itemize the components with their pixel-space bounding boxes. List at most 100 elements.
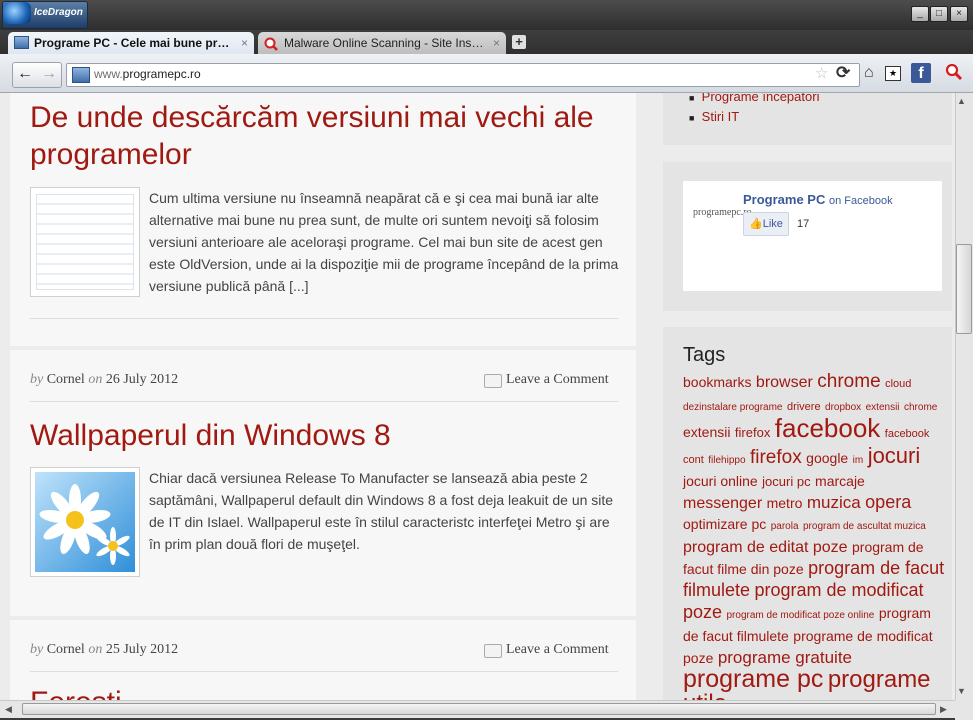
tags-title: Tags xyxy=(683,344,726,366)
url-text[interactable]: www.programepc.ro xyxy=(94,67,201,81)
post-thumbnail[interactable] xyxy=(30,187,140,297)
post-title[interactable]: Wallpaperul din Windows 8 xyxy=(30,417,391,454)
tag-link[interactable]: parola xyxy=(771,521,799,532)
fb-suffix: on Facebook xyxy=(829,195,893,207)
tab-label: Programe PC - Cele mai bune progr... xyxy=(34,36,234,50)
close-tab-icon[interactable]: × xyxy=(493,32,500,54)
post-oldversion: De unde descărcăm versiuni mai vechi ale… xyxy=(10,93,636,346)
bookmark-icon[interactable]: ★ xyxy=(885,66,901,81)
tag-link[interactable]: jocuri online xyxy=(683,473,758,489)
tag-link[interactable]: metro xyxy=(767,495,803,511)
title-bar xyxy=(0,0,973,30)
tag-link[interactable]: extensii xyxy=(683,424,730,440)
reload-icon[interactable]: ⟳ xyxy=(836,63,850,83)
sidebar-link[interactable]: ■ Stiri IT xyxy=(689,107,739,128)
post-author[interactable]: Cornel xyxy=(47,642,85,657)
tag-link[interactable]: chrome xyxy=(904,402,937,413)
tag-link[interactable]: marcaje xyxy=(815,473,865,489)
tag-link[interactable]: im xyxy=(853,455,864,466)
tags-widget: Tags bookmarks browser chrome cloud dezi… xyxy=(663,327,952,700)
comment-icon xyxy=(484,644,502,658)
forward-button[interactable]: → xyxy=(37,62,61,86)
scroll-left-arrow[interactable]: ◀ xyxy=(5,704,12,715)
leave-comment-link[interactable]: Leave a Comment xyxy=(506,642,609,658)
tag-link[interactable]: filehippo xyxy=(708,455,745,466)
post-title[interactable]: Fereşti xyxy=(30,684,122,700)
site-identity-icon[interactable] xyxy=(72,67,90,83)
monitor-icon xyxy=(14,36,29,49)
tag-link[interactable]: firefox xyxy=(735,425,770,440)
tag-link[interactable]: program de modificat poze online xyxy=(727,610,875,621)
maximize-button[interactable]: □ xyxy=(930,6,948,22)
fb-page-title[interactable]: Programe PC on Facebook xyxy=(743,192,893,207)
back-button[interactable]: ← xyxy=(13,62,37,86)
sidebar-link-label: Programe începători xyxy=(701,93,820,104)
horizontal-scroll-thumb[interactable] xyxy=(22,703,936,715)
tab-label: Malware Online Scanning - Site Insp... xyxy=(284,36,484,50)
by-label: by xyxy=(30,372,44,387)
tag-link[interactable]: chrome xyxy=(817,371,880,392)
tag-link[interactable]: google xyxy=(806,450,848,466)
tag-link[interactable]: facebook xyxy=(775,413,881,443)
star-icon[interactable]: ☆ xyxy=(815,64,828,82)
close-tab-icon[interactable]: × xyxy=(241,32,248,54)
url-domain: programepc.ro xyxy=(122,67,201,81)
url-prefix: www. xyxy=(94,67,123,81)
scroll-right-arrow[interactable]: ▶ xyxy=(940,704,947,715)
new-tab-button[interactable]: + xyxy=(512,35,526,49)
sidebar-link-label: Stiri IT xyxy=(701,109,740,124)
vertical-scroll-thumb[interactable] xyxy=(956,244,972,334)
tag-cloud: bookmarks browser chrome cloud dezinstal… xyxy=(683,371,945,700)
fb-like-count: 17 xyxy=(797,218,810,230)
tag-link[interactable]: program de editat poze xyxy=(683,539,848,556)
divider xyxy=(30,671,618,672)
tag-link[interactable]: messenger xyxy=(683,495,762,512)
facebook-widget: programepc.ro Programe PC on Facebook 👍L… xyxy=(663,162,952,311)
post-date: 26 July 2012 xyxy=(105,372,179,387)
tab-malware-scanning[interactable]: Malware Online Scanning - Site Insp... × xyxy=(258,32,506,54)
post-excerpt: Cum ultima versiune nu înseamnă neapărat… xyxy=(149,190,619,294)
tag-link[interactable]: opera xyxy=(865,492,911,512)
scroll-down-arrow[interactable]: ▼ xyxy=(957,686,966,696)
thumbs-up-icon: 👍 xyxy=(749,218,763,230)
tag-link[interactable]: program de ascultat muzica xyxy=(803,521,926,532)
tag-link[interactable]: cloud xyxy=(885,378,911,390)
facebook-icon[interactable]: f xyxy=(911,63,931,83)
post-meta: by Cornel on 26 July 2012 xyxy=(30,372,178,388)
leave-comment-link[interactable]: Leave a Comment xyxy=(506,372,609,388)
post-author[interactable]: Cornel xyxy=(47,372,85,387)
tag-link[interactable]: drivere xyxy=(787,401,821,413)
close-window-button[interactable]: × xyxy=(950,6,968,22)
vertical-scrollbar[interactable] xyxy=(955,93,973,700)
sidebar-link[interactable]: ■ Programe începători xyxy=(689,93,819,108)
on-label: on xyxy=(88,372,103,387)
comment-icon xyxy=(484,374,502,388)
scroll-up-arrow[interactable]: ▲ xyxy=(957,96,966,106)
tag-link[interactable]: programe pc xyxy=(683,665,823,693)
divider xyxy=(30,318,618,319)
tab-programe-pc[interactable]: Programe PC - Cele mai bune progr... × xyxy=(8,32,254,54)
web-page: De unde descărcăm versiuni mai vechi ale… xyxy=(0,93,955,700)
tag-link[interactable]: dezinstalare programe xyxy=(683,402,783,413)
divider xyxy=(30,401,618,402)
tag-link[interactable]: jocuri pc xyxy=(762,474,810,489)
tag-link[interactable]: optimizare pc xyxy=(683,516,766,532)
post-title[interactable]: De unde descărcăm versiuni mai vechi ale… xyxy=(30,99,620,173)
post-ferestri: by Cornel on 25 July 2012 Leave a Commen… xyxy=(10,620,636,700)
home-icon[interactable]: ⌂ xyxy=(864,64,874,82)
sidebar-links-widget: ■ Programe începători ■ Stiri IT xyxy=(663,93,952,145)
facebook-box: programepc.ro Programe PC on Facebook 👍L… xyxy=(683,181,942,291)
fb-like-button[interactable]: 👍Like xyxy=(743,212,789,236)
tag-link[interactable]: dropbox xyxy=(825,402,861,413)
tag-link[interactable]: jocuri xyxy=(868,443,921,468)
minimize-button[interactable]: _ xyxy=(911,6,929,22)
like-label: Like xyxy=(762,218,783,230)
tag-link[interactable]: muzica xyxy=(807,493,861,512)
tag-link[interactable]: bookmarks xyxy=(683,374,751,390)
tag-link[interactable]: browser xyxy=(756,374,813,391)
tag-link[interactable]: firefox xyxy=(750,447,802,468)
search-icon[interactable] xyxy=(945,63,963,86)
fb-title-text: Programe PC xyxy=(743,192,826,207)
tag-link[interactable]: extensii xyxy=(866,402,900,413)
post-thumbnail[interactable] xyxy=(30,467,140,577)
